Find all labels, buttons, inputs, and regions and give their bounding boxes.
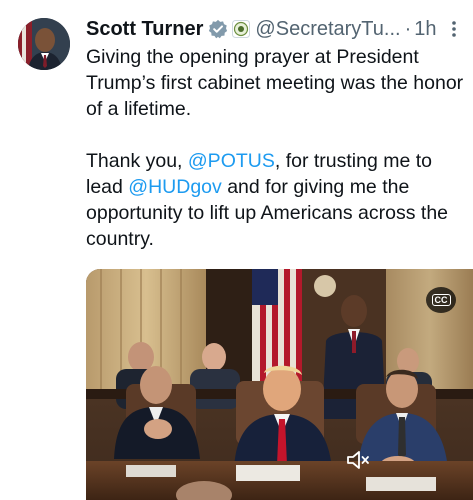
author-name[interactable]: Scott Turner (86, 18, 203, 41)
closed-captions-icon: CC (431, 294, 451, 306)
speaker-muted-icon[interactable] (345, 448, 371, 472)
author-avatar[interactable] (18, 18, 70, 70)
tweet-video[interactable]: CC (86, 269, 473, 500)
author-handle[interactable]: @SecretaryTu... (255, 18, 400, 41)
separator-dot: · (404, 17, 412, 40)
mention-hudgov-link[interactable]: @HUDgov (128, 176, 221, 198)
tweet-header: Scott Turner @SecretaryTu... · 1h (86, 16, 467, 42)
verified-badge-icon[interactable] (208, 19, 228, 39)
video-frame (86, 269, 473, 500)
government-seal-icon[interactable] (232, 20, 251, 38)
more-options-icon[interactable] (445, 16, 463, 42)
tweet-timestamp[interactable]: 1h (414, 18, 436, 41)
closed-captions-button[interactable]: CC (426, 287, 456, 313)
tweet-text: Giving the opening prayer at President T… (86, 44, 466, 252)
mention-potus-link[interactable]: @POTUS (188, 150, 275, 172)
tweet-paragraph-1: Giving the opening prayer at President T… (86, 46, 464, 120)
text-fragment: Thank you, (86, 150, 188, 172)
tweet-paragraph-2: Thank you, @POTUS, for trusting me to le… (86, 148, 466, 252)
